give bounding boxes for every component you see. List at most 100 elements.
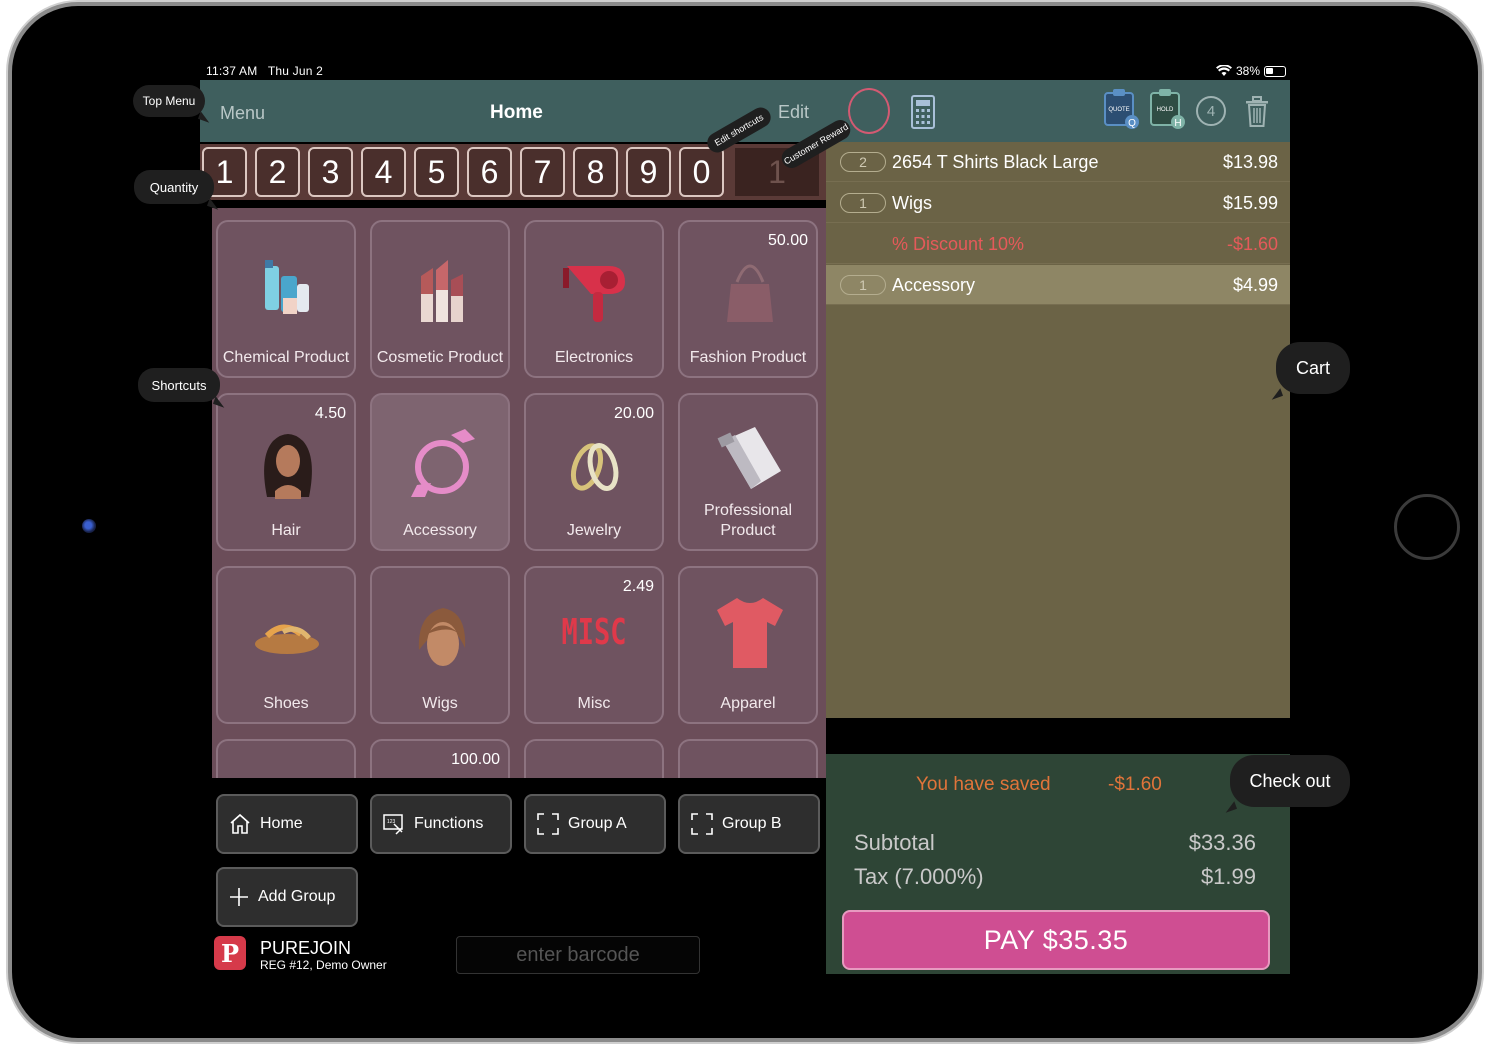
home-hardware-button[interactable] bbox=[1394, 494, 1460, 560]
shortcut-empty-3[interactable] bbox=[524, 739, 664, 778]
callout-top-menu: Top Menu bbox=[133, 85, 205, 117]
barcode-input[interactable]: enter barcode bbox=[456, 936, 700, 974]
edit-shortcuts-button[interactable]: Edit bbox=[778, 102, 809, 123]
shortcut-shoes[interactable]: Shoes bbox=[216, 566, 356, 724]
trash-icon[interactable] bbox=[1244, 96, 1270, 128]
add-group-label: Add Group bbox=[258, 888, 336, 905]
shortcut-apparel[interactable]: Apparel bbox=[678, 566, 818, 724]
shortcut-empty-2[interactable]: 100.00 bbox=[370, 739, 510, 778]
quantity-key-2[interactable]: 2 bbox=[255, 147, 300, 197]
shortcut-electronics[interactable]: Electronics bbox=[524, 220, 664, 378]
cart-item-amount: $15.99 bbox=[1222, 193, 1278, 213]
cart-item-qty[interactable]: 1 bbox=[840, 193, 886, 213]
hold-button[interactable]: HOLD H bbox=[1148, 88, 1186, 130]
saved-label: You have saved bbox=[916, 774, 1051, 795]
quote-text: QUOTE bbox=[1108, 107, 1129, 113]
page-title: Home bbox=[490, 102, 543, 123]
cart-item-amount: -$1.60 bbox=[1226, 234, 1278, 254]
battery-percent: 38% bbox=[1235, 64, 1260, 78]
status-right: 38% bbox=[1215, 64, 1286, 78]
home-icon bbox=[230, 813, 250, 834]
quantity-key-7[interactable]: 7 bbox=[520, 147, 565, 197]
cart-item-qty[interactable]: 2 bbox=[840, 152, 886, 172]
shortcut-chemical-product[interactable]: Chemical Product bbox=[216, 220, 356, 378]
brand-name: PUREJOIN bbox=[260, 938, 352, 958]
functions-icon: 123 bbox=[383, 814, 403, 835]
customer-reward-button[interactable] bbox=[848, 88, 890, 134]
menu-button[interactable]: Menu bbox=[220, 103, 265, 124]
tab-functions[interactable]: 123 Functions bbox=[370, 794, 512, 854]
callout-check-out: Check out bbox=[1230, 755, 1350, 807]
register-info: REG #12, Demo Owner bbox=[260, 958, 387, 972]
add-group-button[interactable]: Add Group bbox=[216, 867, 358, 927]
shortcut-label: Apparel bbox=[720, 695, 776, 712]
callout-shortcuts: Shortcuts bbox=[138, 368, 220, 402]
quote-button[interactable]: QUOTE Q bbox=[1102, 88, 1140, 130]
quantity-keypad: 1 2 3 4 5 6 7 8 9 0 1 bbox=[200, 144, 828, 200]
tab-functions-label: Functions bbox=[414, 815, 484, 832]
cart-item[interactable]: 2 2654 T Shirts Black Large $13.98 bbox=[826, 142, 1290, 182]
status-date: Thu Jun 2 bbox=[267, 64, 323, 78]
quantity-key-8[interactable]: 8 bbox=[573, 147, 618, 197]
shortcut-accessory[interactable]: Accessory bbox=[370, 393, 510, 551]
hair-model-icon bbox=[264, 434, 312, 499]
held-orders-count[interactable]: 4 bbox=[1196, 96, 1226, 126]
cart-item-qty[interactable]: 1 bbox=[840, 275, 886, 295]
cart-item-name: % Discount 10% bbox=[892, 234, 1025, 254]
quote-badge: Q bbox=[1128, 118, 1136, 129]
shortcut-label: Electronics bbox=[554, 349, 634, 366]
shortcut-label: Hair bbox=[271, 522, 301, 539]
shortcut-hair[interactable]: 4.50 Hair bbox=[216, 393, 356, 551]
tab-group-b[interactable]: Group B bbox=[678, 794, 820, 854]
shortcut-label: Cosmetic Product bbox=[376, 349, 504, 366]
plus-icon bbox=[230, 888, 248, 906]
shortcut-label: Accessory bbox=[403, 522, 477, 539]
calculator-icon[interactable] bbox=[908, 94, 938, 130]
rings-icon bbox=[570, 443, 619, 491]
shortcut-wigs[interactable]: Wigs bbox=[370, 566, 510, 724]
wig-icon bbox=[418, 608, 466, 666]
shortcut-label: Professional Product bbox=[703, 502, 793, 539]
quantity-key-5[interactable]: 5 bbox=[414, 147, 459, 197]
cart-item[interactable]: 1 Wigs $15.99 bbox=[826, 183, 1290, 223]
group-frame-icon bbox=[537, 813, 559, 835]
shortcut-jewelry[interactable]: 20.00 Jewelry bbox=[524, 393, 664, 551]
hold-badge: H bbox=[1174, 118, 1181, 129]
hold-text: HOLD bbox=[1157, 107, 1174, 113]
sandal-icon bbox=[255, 624, 319, 654]
quantity-key-4[interactable]: 4 bbox=[361, 147, 406, 197]
quantity-key-6[interactable]: 6 bbox=[467, 147, 512, 197]
shortcut-price: 4.50 bbox=[314, 405, 346, 422]
shortcut-empty-4[interactable] bbox=[678, 739, 818, 778]
quantity-key-9[interactable]: 9 bbox=[626, 147, 671, 197]
cart-item-name: 2654 T Shirts Black Large bbox=[892, 152, 1099, 172]
cart-item[interactable]: 1 Accessory $4.99 bbox=[826, 265, 1290, 305]
shortcut-label: Wigs bbox=[422, 695, 458, 712]
shortcut-fashion-product[interactable]: 50.00 Fashion Product bbox=[678, 220, 818, 378]
shortcut-label: Shoes bbox=[263, 695, 309, 712]
shortcut-cosmetic-product[interactable]: Cosmetic Product bbox=[370, 220, 510, 378]
subtotal-amount: $33.36 bbox=[1188, 830, 1256, 855]
misc-icon: MISC bbox=[561, 612, 627, 653]
shortcut-misc[interactable]: 2.49 MISC Misc bbox=[524, 566, 664, 724]
purejoin-logo: P bbox=[214, 936, 246, 970]
cart-discount-row[interactable]: % Discount 10% -$1.60 bbox=[826, 224, 1290, 264]
shortcut-label: Chemical Product bbox=[222, 349, 350, 366]
totals-panel: You have saved -$1.60 Subtotal $33.36 Ta… bbox=[826, 754, 1290, 974]
status-time-text: 11:37 AM bbox=[206, 64, 258, 78]
quantity-key-3[interactable]: 3 bbox=[308, 147, 353, 197]
pay-button[interactable]: PAY $35.35 bbox=[842, 910, 1270, 970]
tab-group-b-label: Group B bbox=[722, 815, 782, 832]
shortcut-label: Jewelry bbox=[566, 522, 622, 539]
tab-home[interactable]: Home bbox=[216, 794, 358, 854]
battery-icon bbox=[1264, 65, 1286, 77]
lipstick-icon bbox=[421, 260, 463, 322]
quantity-key-0[interactable]: 0 bbox=[679, 147, 724, 197]
tab-home-label: Home bbox=[260, 815, 303, 832]
shortcut-empty-1[interactable] bbox=[216, 739, 356, 778]
tab-group-a[interactable]: Group A bbox=[524, 794, 666, 854]
shortcut-label: Misc bbox=[577, 695, 611, 712]
cart-item-name: Wigs bbox=[892, 193, 932, 213]
shortcut-professional-product[interactable]: Professional Product bbox=[678, 393, 818, 551]
saved-amount: -$1.60 bbox=[1108, 774, 1162, 795]
